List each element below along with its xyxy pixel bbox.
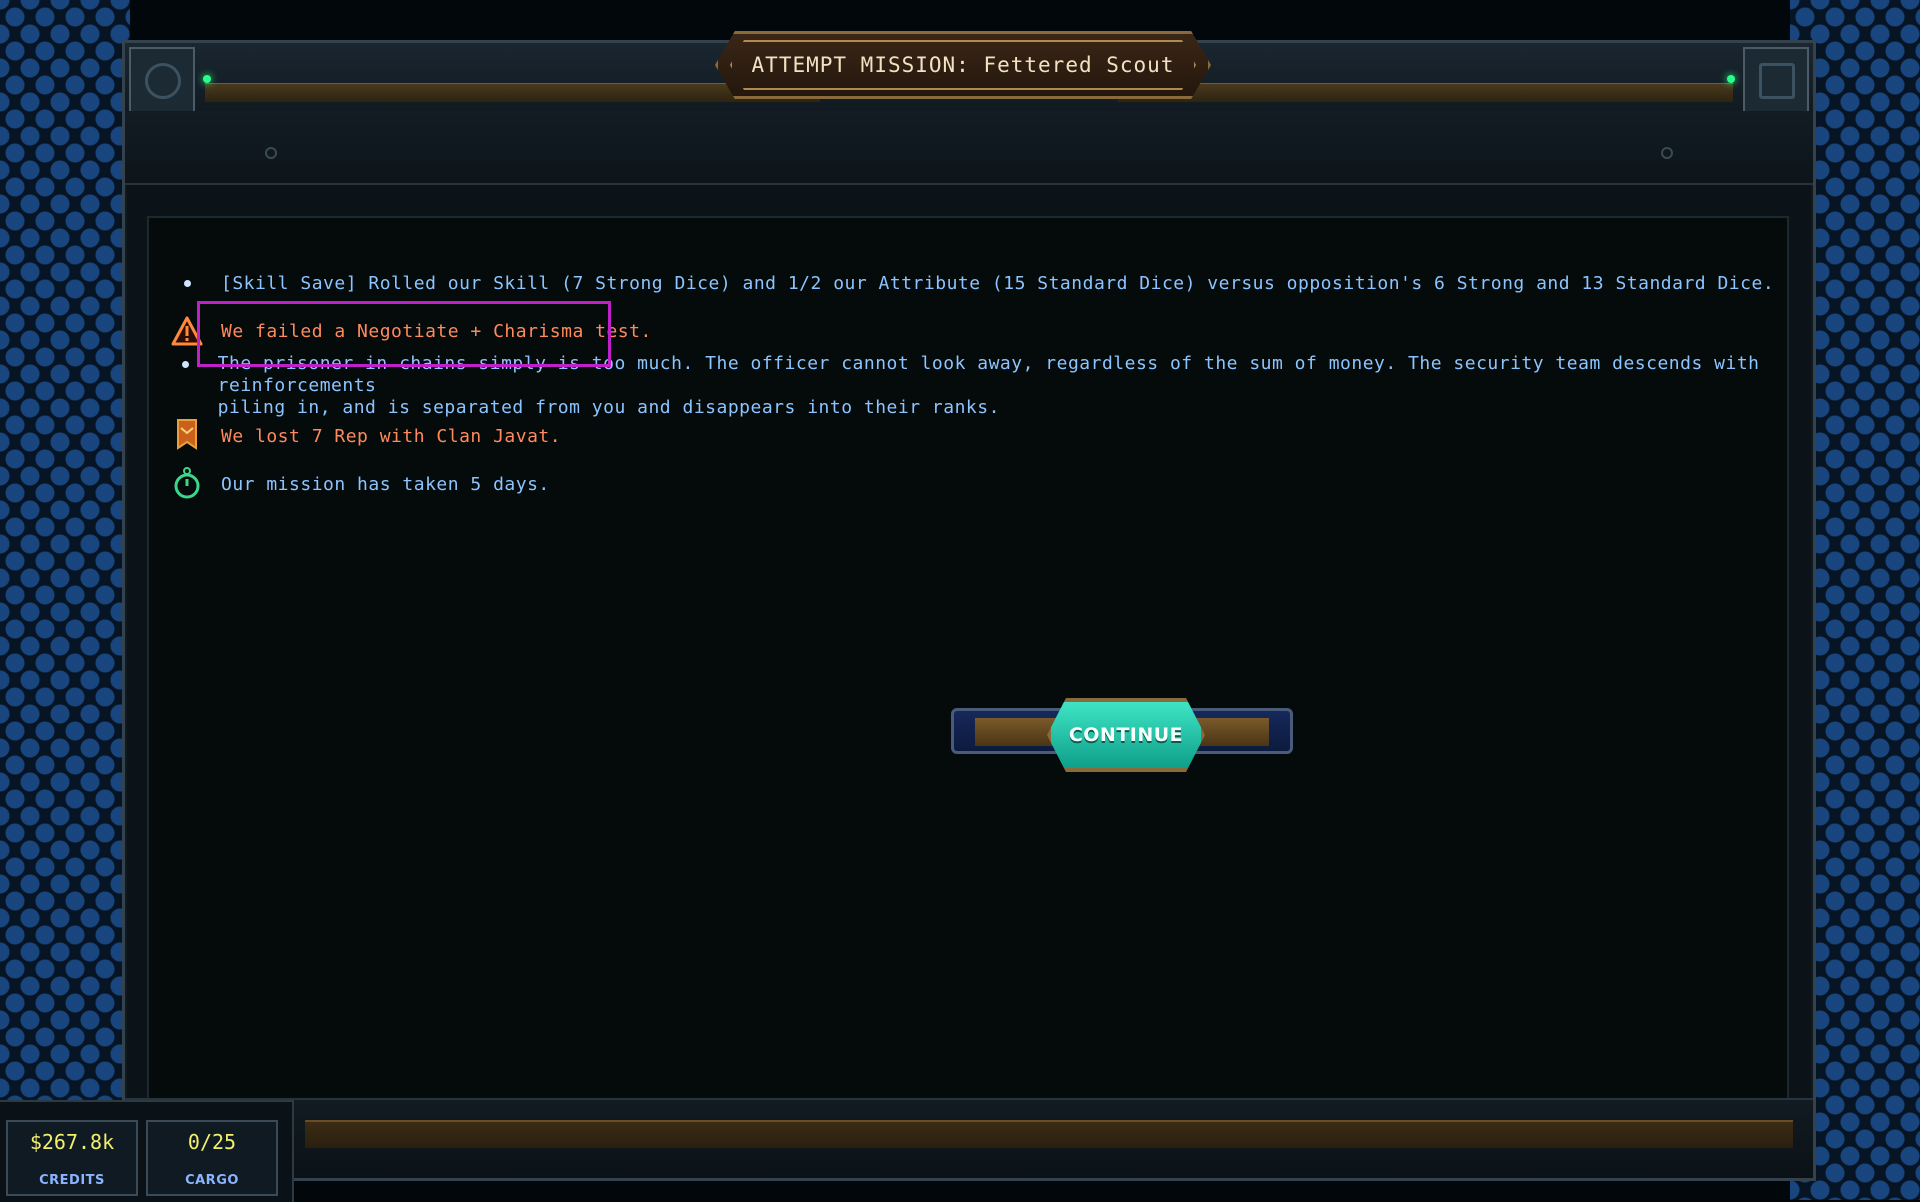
footer-rail: [125, 1098, 1813, 1178]
continue-button[interactable]: CONTINUE: [1047, 698, 1205, 772]
credits-value: $267.8k: [29, 1130, 115, 1154]
continue-control: CONTINUE: [951, 698, 1293, 772]
cargo-label: CARGO: [185, 1173, 239, 1188]
reputation-banner-icon: [177, 419, 197, 450]
log-entry: We lost 7 Rep with Clan Javat.: [149, 418, 561, 452]
title-rail-trim-right: [1118, 83, 1733, 102]
log-text: Our mission has taken 5 days.: [221, 474, 550, 495]
window-title: ATTEMPT MISSION: Fettered Scout: [751, 53, 1175, 77]
footer-trim: [305, 1120, 1793, 1148]
cargo-value: 0/25: [187, 1130, 237, 1154]
window-corner-left: [129, 47, 195, 113]
hex-background-left: [0, 0, 130, 1200]
log-entry-icon-slot: [167, 273, 207, 287]
rivet-icon: [265, 147, 277, 159]
stopwatch-icon: [174, 467, 200, 499]
mission-window: ATTEMPT MISSION: Fettered Scout [Skill S…: [122, 31, 1816, 1181]
credits-panel: $267.8k CREDITS: [6, 1120, 138, 1196]
log-entry-icon-slot: [167, 418, 207, 452]
circle-emblem-icon: [145, 63, 181, 99]
status-led-icon: [203, 75, 211, 83]
bullet-icon: [183, 280, 191, 287]
cargo-panel: 0/25 CARGO: [146, 1120, 278, 1196]
window-corner-right: [1743, 47, 1809, 113]
log-text: [Skill Save] Rolled our Skill (7 Strong …: [221, 273, 1775, 294]
log-entry: [Skill Save] Rolled our Skill (7 Strong …: [149, 273, 1774, 295]
continue-label: CONTINUE: [1068, 724, 1184, 746]
log-text-line: piling in, and is separated from you and…: [217, 397, 1000, 418]
credits-label: CREDITS: [39, 1173, 105, 1188]
status-led-icon: [1727, 75, 1735, 83]
log-entry: Our mission has taken 5 days.: [149, 466, 550, 500]
log-entry-icon-slot: [167, 466, 207, 500]
square-emblem-icon: [1759, 63, 1795, 99]
rivet-icon: [1661, 147, 1673, 159]
bullet-icon: [181, 361, 189, 368]
title-plaque: ATTEMPT MISSION: Fettered Scout: [715, 31, 1211, 99]
header-rail: [125, 111, 1813, 185]
resource-hud: $267.8k CREDITS 0/25 CARGO: [0, 1100, 294, 1202]
log-text: We lost 7 Rep with Clan Javat.: [221, 426, 562, 447]
highlight-box: [197, 301, 611, 367]
